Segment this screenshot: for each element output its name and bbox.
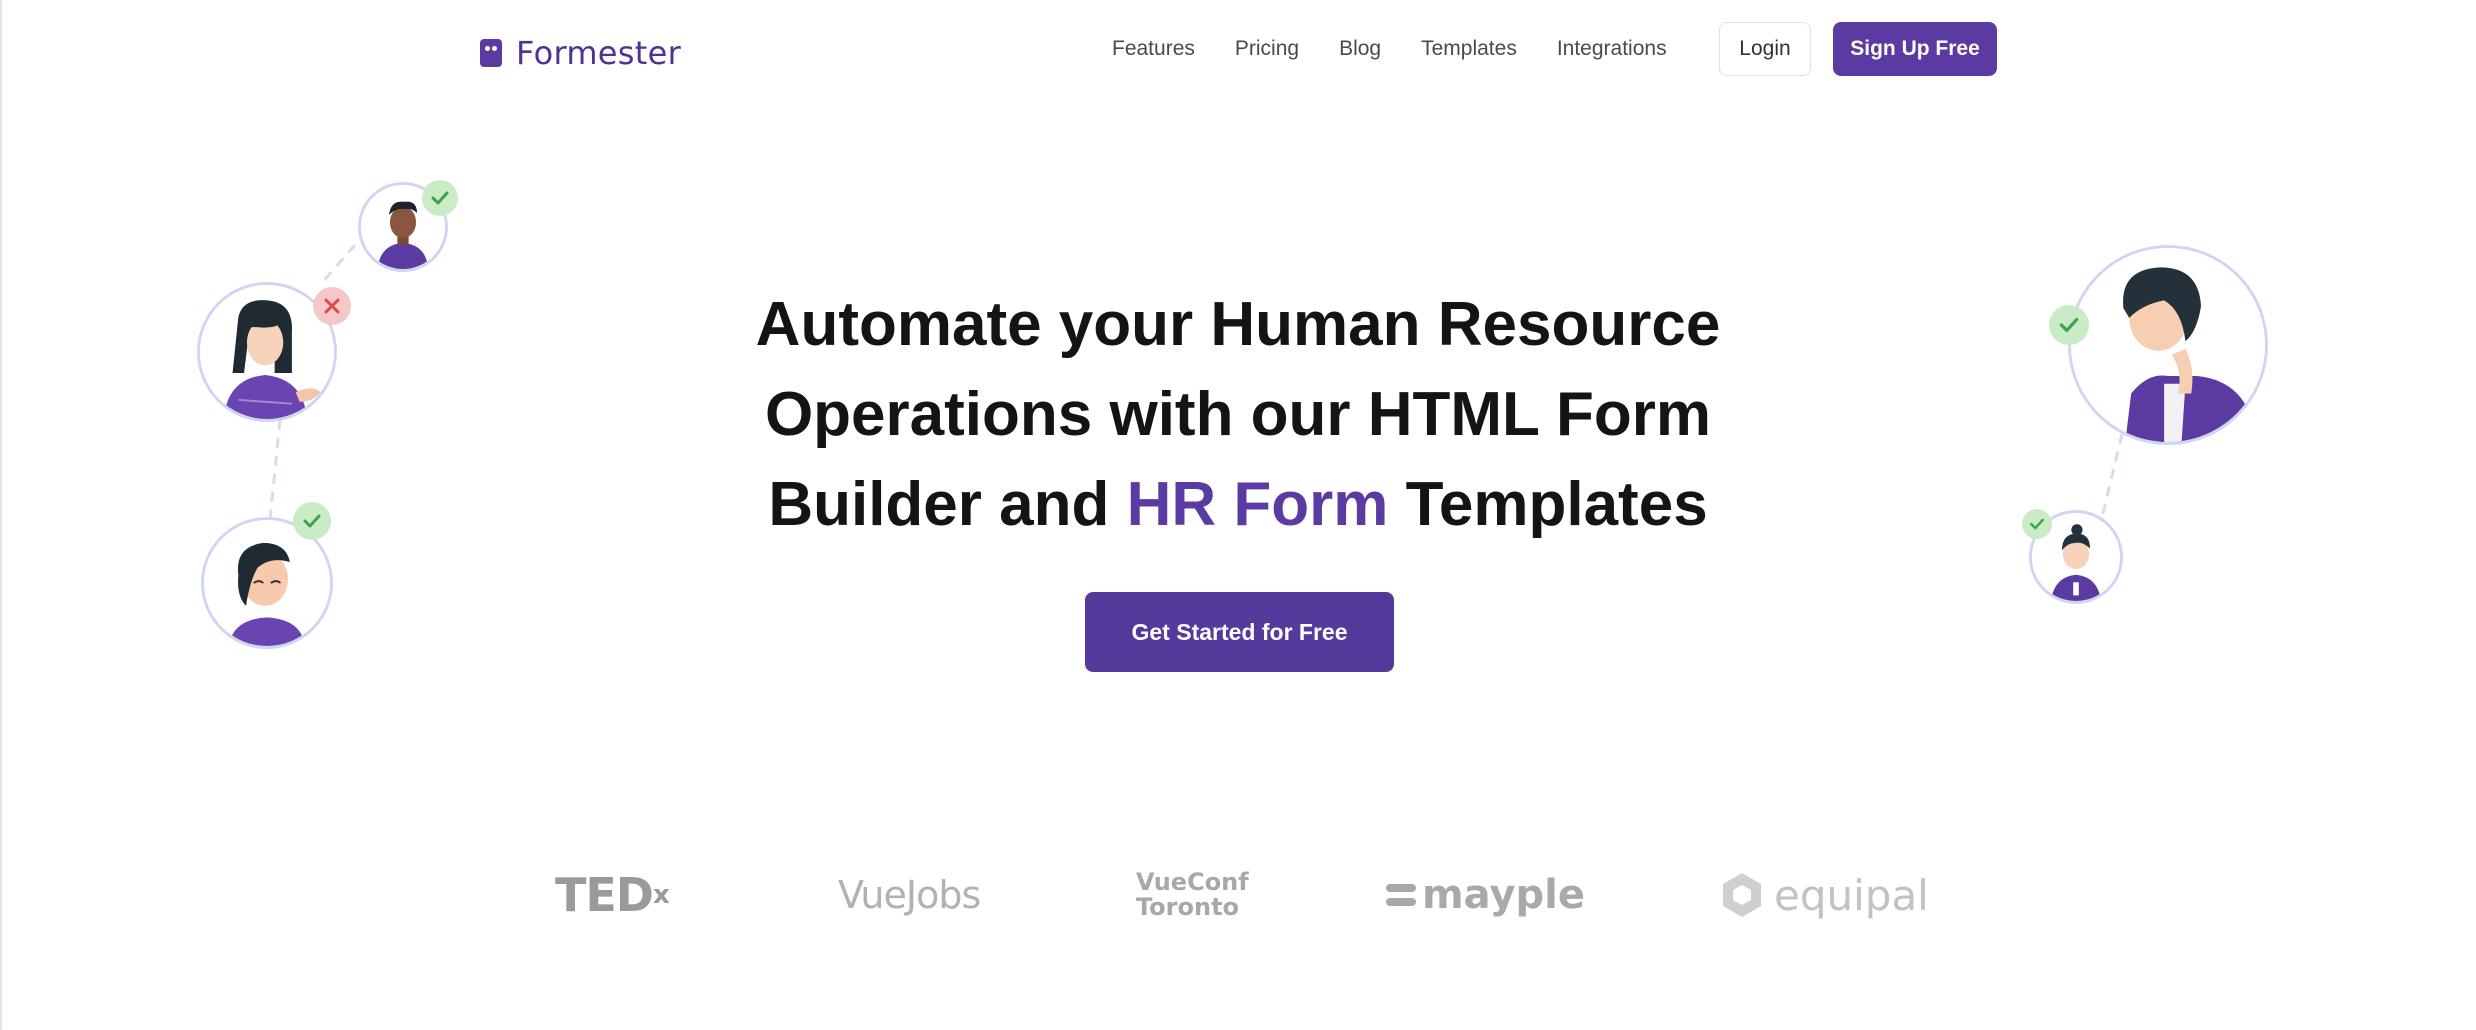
rejected-cross-icon [313, 287, 351, 325]
tedx-wordmark: TED [555, 868, 654, 922]
hero-title-accent: HR Form [1126, 470, 1389, 539]
signup-button[interactable]: Sign Up Free [1833, 22, 1997, 76]
nav-link-features[interactable]: Features [1112, 34, 1195, 64]
logo-tedx: TED x [555, 860, 670, 930]
nav-link-integrations[interactable]: Integrations [1557, 34, 1667, 64]
formester-logo-icon [480, 39, 502, 67]
logo-vuejobs: VueJobs [838, 873, 981, 917]
nav-link-pricing[interactable]: Pricing [1235, 34, 1299, 64]
tedx-superscript: x [652, 880, 670, 910]
vueconf-line-1: VueConf [1136, 868, 1249, 896]
mayple-wordmark: mayple [1422, 872, 1585, 918]
approved-check-icon [422, 180, 458, 216]
hero-title-line-3-pre: Builder and [768, 470, 1127, 539]
approved-check-icon [2049, 305, 2089, 345]
logo-vueconf-toronto: VueConf Toronto [1136, 860, 1249, 930]
nav-link-templates[interactable]: Templates [1421, 34, 1517, 64]
nav-link-blog[interactable]: Blog [1339, 34, 1381, 64]
customer-logos: TED x VueJobs VueConf Toronto mayple equi… [0, 860, 2476, 930]
logo-equipal: equipal [1720, 860, 1929, 930]
avatar-woman-large [2068, 245, 2268, 445]
top-navigation: Formester Features Pricing Blog Template… [0, 0, 2476, 100]
hero-title: Automate your Human Resource Operations … [688, 280, 1788, 550]
hero-title-line-3-post: Templates [1388, 470, 1708, 539]
get-started-button[interactable]: Get Started for Free [1085, 592, 1394, 672]
approved-check-icon [293, 502, 331, 540]
brand-name: Formester [516, 34, 682, 72]
person-illustration-icon [2071, 248, 2265, 442]
brand-logo[interactable]: Formester [480, 34, 681, 72]
login-button[interactable]: Login [1719, 22, 1811, 76]
hero-title-line-1: Automate your Human Resource [755, 290, 1721, 359]
logo-mayple: mayple [1386, 860, 1585, 930]
equipal-hexagon-icon [1723, 873, 1761, 917]
hero-title-line-2: Operations with our HTML Form [764, 380, 1712, 449]
equipal-wordmark: equipal [1774, 870, 1929, 920]
vueconf-line-2: Toronto [1136, 893, 1240, 921]
mayple-mark-icon [1386, 884, 1416, 906]
approved-check-icon [2022, 509, 2052, 539]
main-menu: Features Pricing Blog Templates Integrat… [1112, 34, 1667, 64]
